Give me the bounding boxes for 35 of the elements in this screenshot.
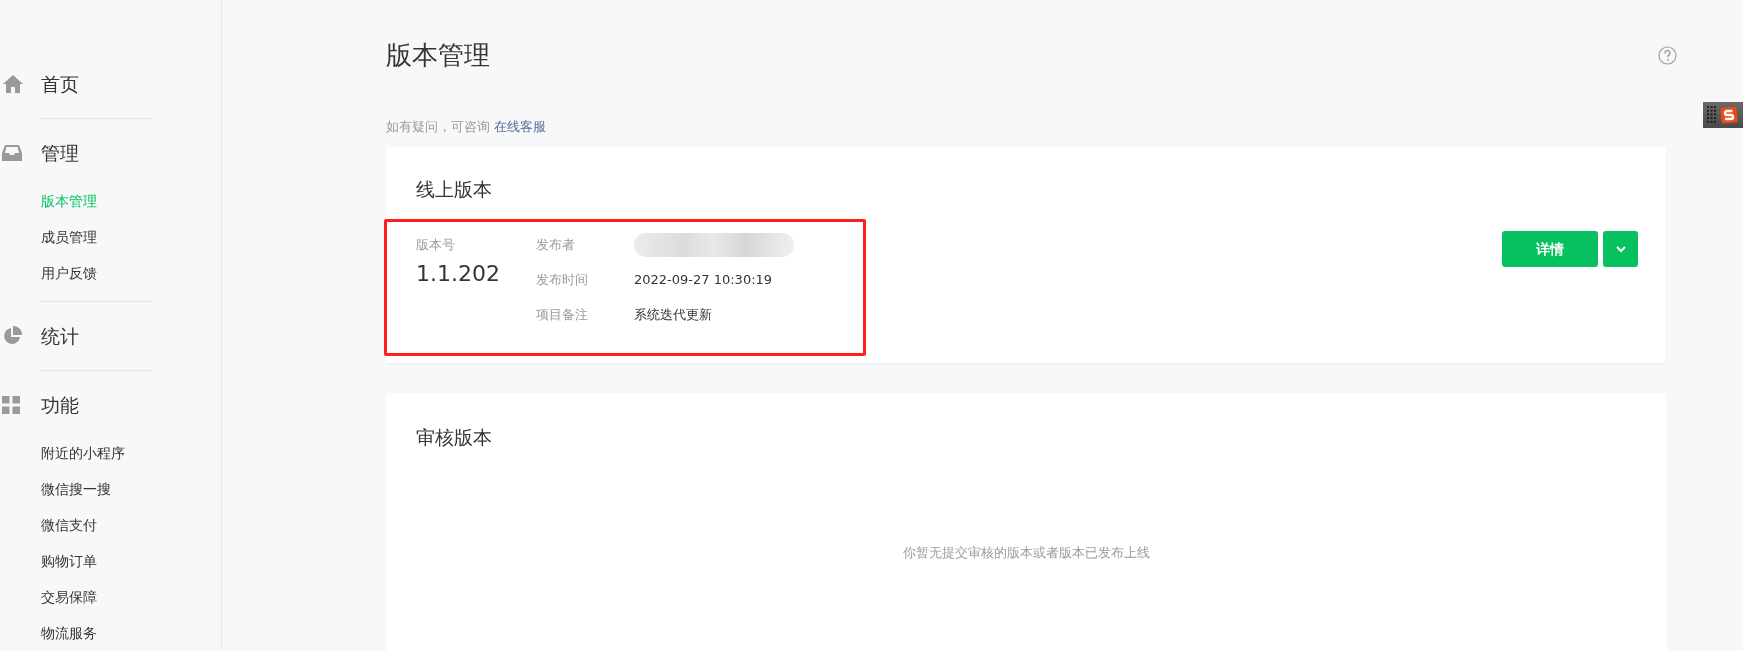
home-icon (2, 74, 24, 94)
nav-item[interactable]: 交易保障 (41, 586, 97, 608)
nav-item[interactable]: 微信搜一搜 (41, 478, 111, 500)
nav-section-title[interactable]: 首页 (41, 69, 79, 99)
nav-item[interactable]: 微信支付 (41, 514, 97, 536)
nav-section-title[interactable]: 功能 (41, 390, 79, 420)
nav-item[interactable]: 购物订单 (41, 550, 97, 572)
online-support-link[interactable]: 在线客服 (494, 117, 546, 137)
pie-chart-icon (2, 326, 22, 346)
chevron-down-icon (1614, 245, 1627, 253)
empty-message: 你暂无提交审核的版本或者版本已发布上线 (902, 544, 1150, 562)
dropdown-button[interactable] (1603, 231, 1638, 267)
nav-section-title[interactable]: 统计 (41, 321, 79, 351)
nav-item[interactable]: 用户反馈 (41, 262, 97, 284)
field-label: 项目备注 (536, 306, 589, 325)
nav-item[interactable]: 附近的小程序 (41, 442, 125, 464)
version-number: 1.1.202 (416, 259, 501, 288)
nav-item[interactable]: 成员管理 (41, 226, 97, 248)
ime-toolbar[interactable] (1703, 102, 1743, 128)
card-title: 线上版本 (416, 176, 493, 202)
nav-item[interactable]: 物流服务 (41, 622, 97, 644)
nav-section-title[interactable]: 管理 (41, 138, 79, 168)
page-title: 版本管理 (386, 39, 490, 72)
field-value: 系统迭代更新 (634, 306, 712, 325)
ime-logo-icon (1720, 106, 1738, 124)
field-label: 发布者 (536, 236, 576, 255)
dots-icon (1707, 106, 1717, 124)
card-title: 审核版本 (416, 424, 493, 450)
inbox-icon (2, 144, 22, 162)
help-hint: 如有疑问，可咨询 (386, 118, 490, 136)
field-value: 2022-09-27 10:30:19 (634, 271, 773, 290)
version-label: 版本号 (416, 236, 456, 254)
grid-icon (2, 396, 20, 414)
field-label: 发布时间 (536, 271, 589, 290)
help-icon[interactable] (1658, 46, 1677, 65)
